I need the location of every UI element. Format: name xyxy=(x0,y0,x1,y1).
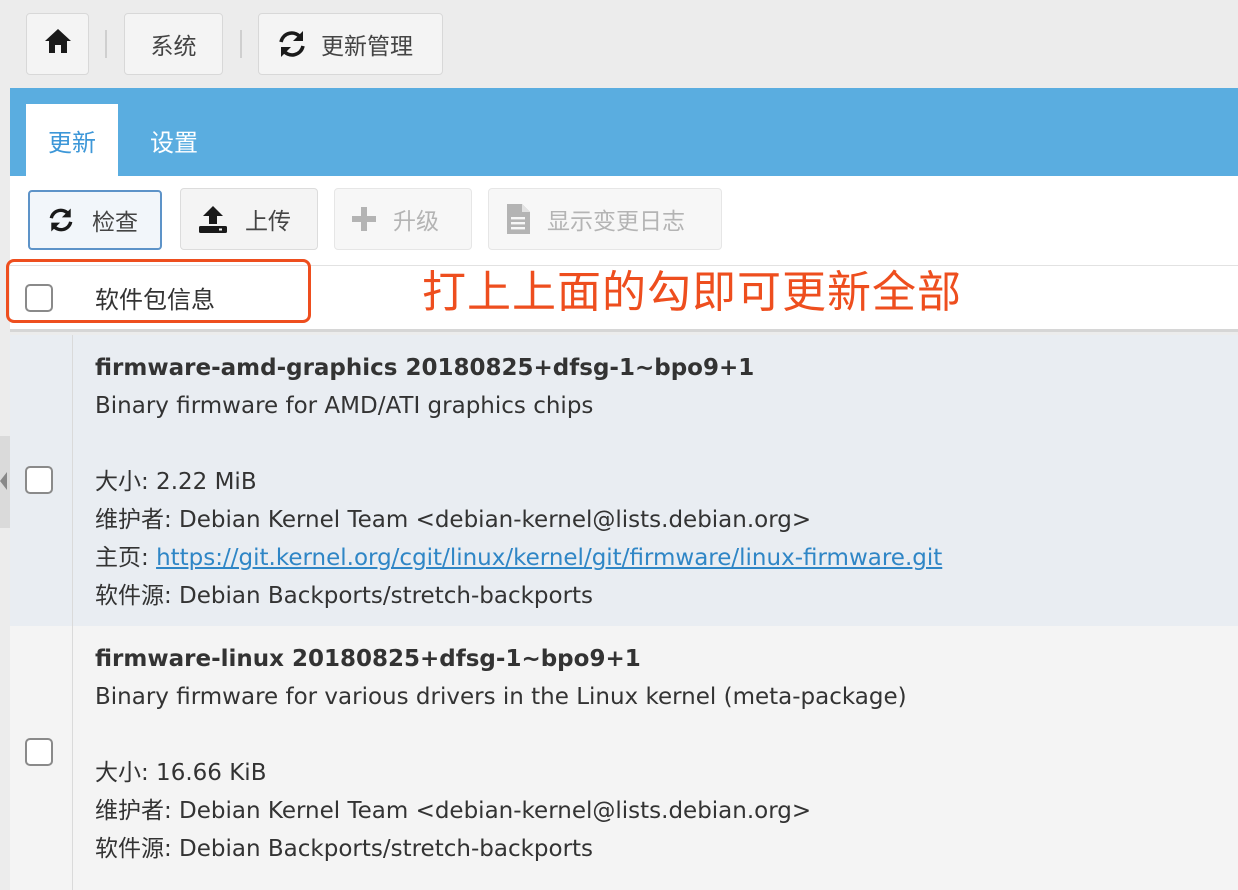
breadcrumb-update-label: 更新管理 xyxy=(321,34,413,60)
tab-update[interactable]: 更新 xyxy=(26,104,118,176)
upload-button[interactable]: 上传 xyxy=(180,188,318,250)
upgrade-button-label: 升级 xyxy=(393,209,439,235)
table-row: firmware-amd-graphics 20180825+dfsg-1~bp… xyxy=(10,335,1238,626)
home-button[interactable] xyxy=(26,13,89,75)
package-source: 软件源: Debian Backports/stretch-backports xyxy=(95,583,594,609)
plus-icon xyxy=(351,206,377,232)
package-description: Binary firmware for various drivers in t… xyxy=(95,684,907,710)
upload-icon xyxy=(197,204,229,234)
breadcrumb-update-management[interactable]: 更新管理 xyxy=(258,13,443,75)
toolbar: 检查 上传 升级 显示变更日志 xyxy=(10,176,1238,265)
tab-bar: 更新 设置 xyxy=(10,88,1238,176)
show-changelog-button[interactable]: 显示变更日志 xyxy=(488,188,722,250)
package-info: firmware-amd-graphics 20180825+dfsg-1~bp… xyxy=(95,349,1228,615)
upload-button-label: 上传 xyxy=(245,209,291,235)
package-homepage: 主页: https://git.kernel.org/cgit/linux/ke… xyxy=(95,539,1228,577)
breadcrumb-system-label: 系统 xyxy=(150,34,197,60)
package-maintainer: 维护者: Debian Kernel Team <debian-kernel@l… xyxy=(95,798,812,824)
breadcrumb-separator xyxy=(105,30,107,58)
upgrade-button[interactable]: 升级 xyxy=(334,188,472,250)
package-size: 大小: 2.22 MiB xyxy=(95,469,257,495)
tab-settings[interactable]: 设置 xyxy=(128,104,220,176)
package-name: firmware-amd-graphics 20180825+dfsg-1~bp… xyxy=(95,355,755,381)
package-name: firmware-linux 20180825+dfsg-1~bpo9+1 xyxy=(95,646,641,672)
breadcrumb: 系统 更新管理 xyxy=(0,0,1238,88)
table-row: firmware-linux 20180825+dfsg-1~bpo9+1 Bi… xyxy=(10,626,1238,890)
row-checkbox-cell xyxy=(10,626,73,890)
package-description: Binary firmware for AMD/ATI graphics chi… xyxy=(95,393,594,419)
refresh-icon xyxy=(46,206,76,234)
refresh-icon xyxy=(275,29,309,59)
check-button[interactable]: 检查 xyxy=(28,190,162,250)
package-homepage-label: 主页: xyxy=(95,545,157,571)
document-icon xyxy=(505,203,531,235)
row-checkbox[interactable] xyxy=(25,466,53,494)
show-changelog-button-label: 显示变更日志 xyxy=(547,209,685,235)
breadcrumb-separator xyxy=(240,30,242,58)
annotation-highlight-box xyxy=(6,259,311,323)
package-info: firmware-linux 20180825+dfsg-1~bpo9+1 Bi… xyxy=(95,640,1228,868)
package-homepage-link[interactable]: https://git.kernel.org/cgit/linux/kernel… xyxy=(156,545,942,571)
tab-update-label: 更新 xyxy=(48,128,96,157)
breadcrumb-system[interactable]: 系统 xyxy=(124,13,223,75)
package-source: 软件源: Debian Backports/stretch-backports xyxy=(95,836,594,862)
row-checkbox[interactable] xyxy=(25,738,53,766)
home-icon xyxy=(43,27,73,61)
tab-settings-label: 设置 xyxy=(150,128,198,157)
annotation-text: 打上上面的勾即可更新全部 xyxy=(422,267,962,318)
package-size: 大小: 16.66 KiB xyxy=(95,760,267,786)
check-button-label: 检查 xyxy=(92,210,138,236)
package-maintainer: 维护者: Debian Kernel Team <debian-kernel@l… xyxy=(95,507,812,533)
chevron-left-icon xyxy=(0,472,7,490)
row-checkbox-cell xyxy=(10,335,73,626)
